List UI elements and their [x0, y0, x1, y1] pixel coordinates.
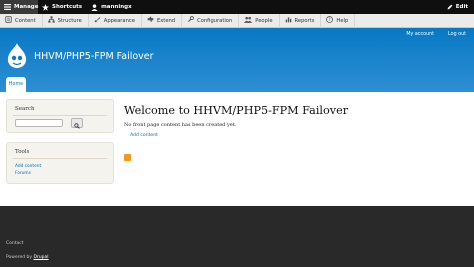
svg-text:?: ? [329, 17, 331, 22]
tools-link-add-content[interactable]: Add content [15, 164, 41, 169]
content-icon [5, 16, 12, 25]
manage-label: Manage [14, 4, 39, 10]
tools-block: Tools Add content Forums [6, 142, 114, 184]
extend-icon [147, 16, 154, 25]
my-account-link[interactable]: My account [406, 32, 434, 37]
tray-item-reports[interactable]: Reports [280, 13, 322, 28]
tray-label: Structure [57, 17, 82, 24]
user-button[interactable]: manningx [87, 0, 137, 14]
footer-contact-link[interactable]: Contact [6, 241, 24, 246]
people-icon [244, 16, 253, 25]
pencil-icon [447, 4, 453, 10]
powered-by-text: Powered by [6, 255, 34, 260]
menu-icon [4, 4, 11, 10]
tray-label: Content [15, 17, 36, 24]
divider [13, 158, 107, 159]
admin-toolbar: Manage Shortcuts manningx Edit [0, 0, 474, 14]
add-content-link[interactable]: Add content [130, 133, 158, 138]
tray-item-appearance[interactable]: Appearance [89, 13, 142, 28]
search-block-title: Search [15, 106, 35, 112]
no-content-message: No front page content has been created y… [124, 122, 237, 128]
tray-item-structure[interactable]: Structure [43, 13, 89, 28]
tray-item-content[interactable]: Content [0, 13, 43, 28]
help-icon: ? [326, 16, 334, 25]
appearance-icon [94, 16, 101, 25]
tray-item-people[interactable]: People [239, 13, 280, 28]
divider [13, 115, 107, 116]
tray-item-extend[interactable]: Extend [142, 13, 183, 28]
tray-label: Appearance [103, 17, 135, 24]
tray-item-help[interactable]: ? Help [321, 13, 356, 28]
tools-link-forums[interactable]: Forums [15, 171, 31, 176]
reports-icon [285, 16, 292, 25]
configuration-icon [187, 16, 194, 25]
tab-home[interactable]: Home [6, 77, 26, 92]
shortcuts-label: Shortcuts [52, 4, 83, 10]
edit-button[interactable]: Edit [443, 0, 474, 14]
drupal-link[interactable]: Drupal [34, 255, 49, 260]
tray-label: Reports [294, 17, 315, 24]
tray-label: Help [336, 17, 349, 24]
structure-icon [47, 16, 55, 25]
search-button[interactable] [71, 118, 83, 129]
drupal-logo-icon[interactable] [7, 43, 27, 68]
search-input[interactable] [15, 119, 63, 127]
site-name[interactable]: HHVM/PHP5-FPM Failover [34, 51, 154, 62]
tray-label: Configuration [197, 17, 233, 24]
tray-label: Extend [156, 17, 176, 24]
search-block: Search [6, 99, 114, 133]
edit-label: Edit [455, 4, 468, 10]
log-out-link[interactable]: Log out [448, 32, 466, 37]
shortcuts-button[interactable]: Shortcuts [38, 0, 87, 14]
search-icon [74, 114, 80, 133]
star-icon [42, 3, 49, 11]
site-footer: Contact Powered by Drupal [0, 206, 474, 267]
user-icon [91, 3, 98, 11]
site-header: My account Log out HHVM/PHP5-FPM Failove… [0, 28, 474, 92]
secondary-menu: My account Log out [406, 32, 466, 37]
page-title: Welcome to HHVM/PHP5-FPM Failover [124, 104, 349, 117]
manage-button[interactable]: Manage [0, 0, 38, 14]
tools-block-title: Tools [15, 149, 30, 155]
rss-feed-icon[interactable] [124, 154, 131, 169]
user-label: manningx [101, 4, 132, 10]
powered-by: Powered by Drupal [6, 255, 49, 260]
admin-tray: Content Structure Appearance Extend Conf… [0, 13, 474, 28]
tray-item-configuration[interactable]: Configuration [182, 13, 240, 28]
tray-label: People [255, 17, 273, 24]
